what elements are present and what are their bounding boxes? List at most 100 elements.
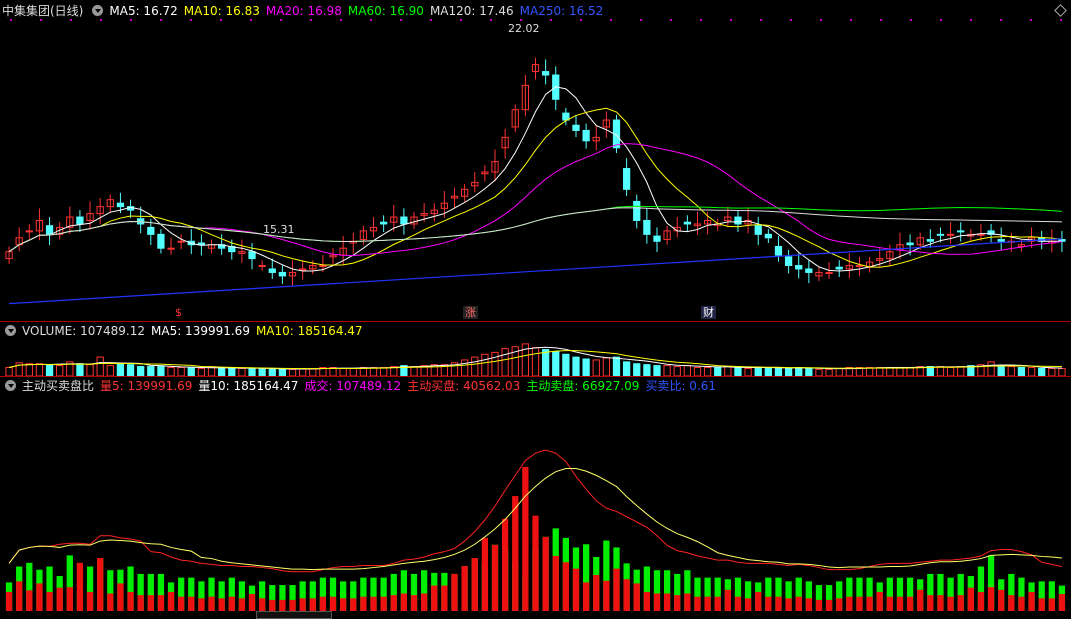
volume-bar	[622, 361, 631, 376]
buy-bar	[370, 596, 377, 611]
low-price-label: 15.31	[263, 223, 295, 236]
volume-bar	[5, 367, 13, 376]
date-scroll-indicator[interactable]	[256, 611, 332, 619]
dropdown-icon[interactable]	[92, 5, 104, 16]
volume-ma10: MA10: 185164.47	[255, 324, 363, 338]
candle	[784, 256, 793, 267]
volume-bar	[106, 365, 114, 376]
buy-bar	[350, 598, 357, 611]
candle	[835, 266, 843, 270]
buy-bar	[755, 591, 762, 611]
top-dot	[340, 19, 342, 21]
buy-bar	[663, 593, 671, 611]
top-dot	[520, 19, 522, 21]
volume-bar	[825, 368, 833, 376]
buy-bar	[643, 591, 651, 611]
candle	[825, 271, 833, 274]
buy-bar	[805, 598, 812, 611]
buy-bar	[410, 595, 418, 611]
event-marker-rise[interactable]: 涨	[463, 306, 478, 319]
candle	[248, 251, 256, 260]
volume-bar	[197, 367, 206, 376]
volume-bar	[805, 367, 813, 376]
buy-bar	[360, 596, 367, 611]
ma-legend-item-5: MA250: 16.52	[519, 4, 604, 18]
buy-sell-ratio-chart[interactable]	[0, 395, 1071, 611]
volume-bar	[602, 357, 611, 376]
buy-bar	[66, 587, 73, 611]
buy-bar	[967, 587, 974, 611]
top-dot	[1060, 19, 1062, 21]
buy-bar	[633, 583, 640, 611]
candle	[167, 247, 175, 250]
buy-bar	[400, 593, 408, 611]
top-dot	[550, 19, 552, 21]
buy-bar	[775, 596, 782, 611]
candle	[764, 233, 772, 239]
volume-bar	[258, 367, 266, 376]
volume-bar	[957, 366, 965, 376]
buy-bar	[653, 593, 661, 611]
candle	[400, 216, 408, 225]
candle	[957, 230, 965, 233]
dropdown-icon[interactable]	[5, 325, 16, 336]
buy-bar	[218, 598, 225, 611]
buy-bar	[623, 579, 630, 611]
top-dot	[40, 19, 42, 21]
top-dot	[460, 19, 462, 21]
volume-bar	[714, 367, 722, 376]
ratio-legend-item-3: 主动买盘: 40562.03	[407, 379, 521, 393]
buy-bar	[1008, 595, 1015, 611]
buy-bar	[512, 496, 519, 611]
candle	[936, 233, 945, 236]
price-chart[interactable]	[0, 18, 1071, 322]
buy-bar	[785, 598, 792, 611]
volume-bar	[876, 367, 884, 376]
event-marker-dividend[interactable]: $	[173, 306, 184, 319]
candle	[45, 225, 54, 235]
buy-bar	[86, 591, 94, 611]
buy-bar	[491, 544, 499, 611]
volume-bar	[997, 366, 1005, 376]
dropdown-icon[interactable]	[5, 380, 16, 391]
volume-bar	[278, 368, 287, 376]
buy-bar	[572, 568, 580, 611]
ma-legend: MA5: 16.72 MA10: 16.83 MA20: 16.98 MA60: 16…	[109, 4, 609, 18]
buy-bar	[471, 558, 478, 611]
top-dot	[250, 19, 252, 21]
diamond-icon[interactable]	[1054, 4, 1067, 17]
buy-bar	[56, 587, 63, 611]
top-dot	[580, 19, 582, 21]
volume-bar	[177, 367, 185, 376]
stock-title[interactable]: 中集集团(日线)	[2, 4, 83, 18]
ratio-title: 主动买卖盘比	[22, 379, 95, 393]
buy-bar	[987, 587, 995, 611]
candle	[147, 226, 155, 235]
candle	[76, 216, 84, 225]
event-marker-finance[interactable]: 财	[701, 306, 716, 319]
buy-bar	[896, 596, 904, 611]
candle	[319, 265, 327, 268]
buy-bar	[167, 591, 175, 611]
ma250-line	[9, 238, 1062, 305]
top-dot	[280, 19, 282, 21]
buy-bar	[36, 583, 43, 611]
ma5-line	[8, 86, 1062, 272]
buy-bar	[420, 593, 428, 611]
buy-bar	[127, 591, 134, 611]
volume-bar	[187, 367, 195, 376]
buy-bar	[1058, 594, 1066, 611]
buy-bar	[228, 596, 235, 611]
volume-bar	[764, 367, 772, 376]
candle	[795, 265, 803, 270]
candle	[541, 71, 550, 76]
price-panel-header: 中集集团(日线) MA5: 16.72 MA10: 16.83 MA20: 16.98…	[2, 3, 615, 19]
volume-chart[interactable]	[0, 340, 1071, 376]
volume-bar	[288, 368, 297, 376]
top-dot	[880, 19, 882, 21]
volume-bar	[653, 365, 661, 376]
top-dot	[220, 19, 222, 21]
volume-bar	[703, 367, 712, 376]
buy-bar	[744, 598, 752, 611]
top-dot	[910, 19, 912, 21]
